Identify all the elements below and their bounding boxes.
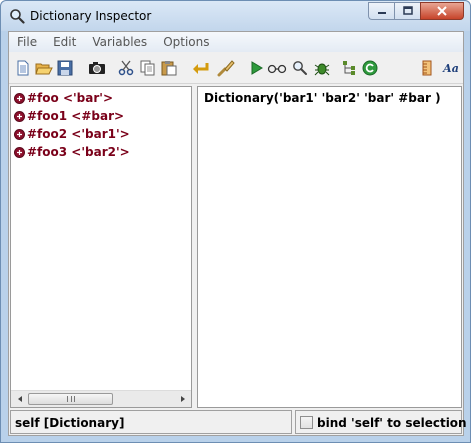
brush-icon <box>217 60 235 77</box>
inspect-button[interactable] <box>267 58 287 78</box>
tree-icon <box>343 61 355 75</box>
chevron-left-icon <box>17 396 22 402</box>
keys-list: #foo <'bar'> #foo1 <#bar> #foo2 <'bar1'>… <box>14 89 130 161</box>
cut-scissors-icon <box>118 60 134 76</box>
bind-self-option[interactable]: bind 'self' to selection <box>295 410 467 434</box>
list-item[interactable]: #foo3 <'bar2'> <box>14 143 130 161</box>
maximize-button[interactable] <box>394 2 420 20</box>
key-bullet-icon <box>14 110 25 122</box>
scroll-right-button[interactable] <box>174 391 191 407</box>
debug-button[interactable] <box>312 58 332 78</box>
camera-icon <box>89 62 105 74</box>
client-area: File Edit Variables Options Aa #foo <'ba… <box>8 31 467 436</box>
run-button[interactable] <box>246 58 266 78</box>
value-editor-text[interactable]: Dictionary('bar1' 'bar2' 'bar' #bar ) <box>204 91 441 105</box>
cut-button[interactable] <box>116 58 136 78</box>
list-item-label: #foo1 <#bar> <box>27 109 125 123</box>
menu-options[interactable]: Options <box>155 32 217 52</box>
horizontal-scrollbar[interactable] <box>11 390 191 407</box>
copy-icon <box>140 60 155 76</box>
brush-button[interactable] <box>216 58 236 78</box>
bind-self-label: bind 'self' to selection <box>317 416 467 430</box>
menu-edit[interactable]: Edit <box>45 32 84 52</box>
menu-variables[interactable]: Variables <box>84 32 155 52</box>
list-item-label: #foo2 <'bar1'> <box>27 127 130 141</box>
toolbar: Aa <box>9 52 463 84</box>
undo-button[interactable] <box>191 58 211 78</box>
caption-buttons <box>368 2 464 20</box>
list-item-label: #foo <'bar'> <box>27 91 114 105</box>
title-bar[interactable]: Dictionary Inspector <box>1 1 470 31</box>
hierarchy-button[interactable] <box>339 58 359 78</box>
scroll-grip-icon <box>67 396 75 402</box>
list-item[interactable]: #foo <'bar'> <box>14 89 130 107</box>
list-item[interactable]: #foo1 <#bar> <box>14 107 130 125</box>
close-button[interactable] <box>420 2 464 20</box>
status-bar: self [Dictionary] bind 'self' to selecti… <box>9 410 467 435</box>
new-document-icon <box>17 60 29 76</box>
chevron-right-icon <box>180 396 185 402</box>
maximize-icon <box>402 6 413 15</box>
scroll-thumb[interactable] <box>28 393 113 405</box>
save-disk-icon <box>57 60 73 76</box>
scroll-left-button[interactable] <box>11 391 28 407</box>
magnifier-icon <box>10 9 25 24</box>
new-button[interactable] <box>13 58 33 78</box>
snapshot-button[interactable] <box>87 58 107 78</box>
menu-file[interactable]: File <box>9 32 45 52</box>
ruler-icon <box>422 60 432 76</box>
window-title: Dictionary Inspector <box>30 9 152 23</box>
undo-arrow-icon <box>193 63 209 74</box>
copy-button[interactable] <box>138 58 158 78</box>
self-status-label: self [Dictionary] <box>15 416 125 430</box>
inspector-window: Dictionary Inspector File Edit Variables… <box>0 0 471 443</box>
close-icon <box>437 6 447 16</box>
font-button[interactable]: Aa <box>441 58 461 78</box>
list-item[interactable]: #foo2 <'bar1'> <box>14 125 130 143</box>
run-play-icon <box>251 61 263 75</box>
columns-button[interactable] <box>417 58 437 78</box>
self-status: self [Dictionary] <box>10 410 292 434</box>
menu-bar: File Edit Variables Options <box>9 32 463 52</box>
refresh-button[interactable] <box>360 58 380 78</box>
bug-icon <box>314 63 330 76</box>
open-folder-icon <box>35 63 53 75</box>
list-item-label: #foo3 <'bar2'> <box>27 145 130 159</box>
refresh-icon <box>362 60 378 76</box>
keys-list-pane[interactable]: #foo <'bar'> #foo1 <#bar> #foo2 <'bar1'>… <box>10 86 192 408</box>
key-bullet-icon <box>14 146 25 158</box>
save-button[interactable] <box>55 58 75 78</box>
paste-icon <box>161 61 177 76</box>
value-editor-pane[interactable]: Dictionary('bar1' 'bar2' 'bar' #bar ) <box>197 86 462 408</box>
key-bullet-icon <box>14 128 25 140</box>
browse-button[interactable] <box>290 58 310 78</box>
minimize-button[interactable] <box>368 2 394 20</box>
font-aa-icon: Aa <box>443 61 459 75</box>
open-button[interactable] <box>34 58 54 78</box>
bind-self-checkbox[interactable] <box>300 416 313 429</box>
minimize-icon <box>377 12 386 14</box>
key-bullet-icon <box>14 92 25 104</box>
magnifier-icon <box>293 61 307 75</box>
glasses-icon <box>267 64 287 74</box>
paste-button[interactable] <box>159 58 179 78</box>
